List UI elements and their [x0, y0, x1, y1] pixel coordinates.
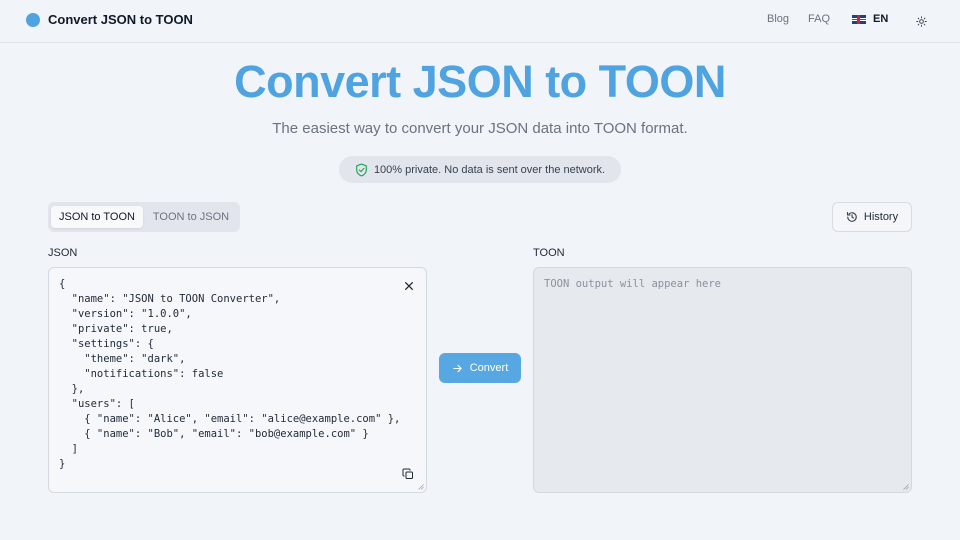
nav-faq-link[interactable]: FAQ	[808, 13, 830, 25]
privacy-badge: 100% private. No data is sent over the n…	[339, 156, 621, 183]
tab-json-to-toon[interactable]: JSON to TOON	[51, 206, 143, 228]
circle-logo-icon[interactable]	[26, 13, 40, 27]
page-title: Convert JSON to TOON	[234, 56, 726, 107]
json-input-editor[interactable]: { "name": "JSON to TOON Converter", "ver…	[48, 267, 427, 493]
tab-toon-to-json[interactable]: TOON to JSON	[145, 206, 237, 228]
copy-button[interactable]	[401, 467, 415, 481]
clear-button[interactable]	[402, 279, 416, 293]
resize-handle-icon[interactable]	[418, 484, 424, 490]
top-header: Convert JSON to TOON Blog FAQ EN	[0, 0, 960, 43]
privacy-text: 100% private. No data is sent over the n…	[373, 163, 606, 176]
mode-tabs: JSON to TOON TOON to JSON	[48, 202, 240, 232]
json-panel-label: JSON	[48, 247, 78, 259]
language-selector[interactable]: EN	[852, 13, 888, 25]
nav-blog-link[interactable]: Blog	[767, 13, 789, 25]
uk-flag-icon	[852, 14, 866, 24]
page-subtitle: The easiest way to convert your JSON dat…	[272, 120, 688, 137]
history-label: History	[863, 211, 899, 223]
copy-icon	[402, 468, 413, 479]
resize-handle-icon[interactable]	[903, 484, 909, 490]
json-input-text[interactable]: { "name": "JSON to TOON Converter", "ver…	[59, 277, 400, 472]
toon-output-placeholder: TOON output will appear here	[544, 278, 722, 290]
toon-output-area[interactable]: TOON output will appear here	[533, 267, 912, 493]
close-icon	[405, 282, 413, 290]
history-button[interactable]: History	[832, 202, 912, 232]
sun-icon	[915, 15, 927, 27]
shield-check-icon	[355, 162, 368, 177]
convert-label: Convert	[469, 362, 509, 374]
language-label: EN	[873, 13, 889, 25]
convert-button[interactable]: Convert	[439, 353, 521, 383]
theme-toggle-button[interactable]	[913, 13, 929, 29]
history-icon	[846, 211, 858, 223]
toon-panel-label: TOON	[533, 247, 565, 259]
app-title[interactable]: Convert JSON to TOON	[48, 12, 193, 27]
arrow-right-icon	[452, 363, 463, 374]
